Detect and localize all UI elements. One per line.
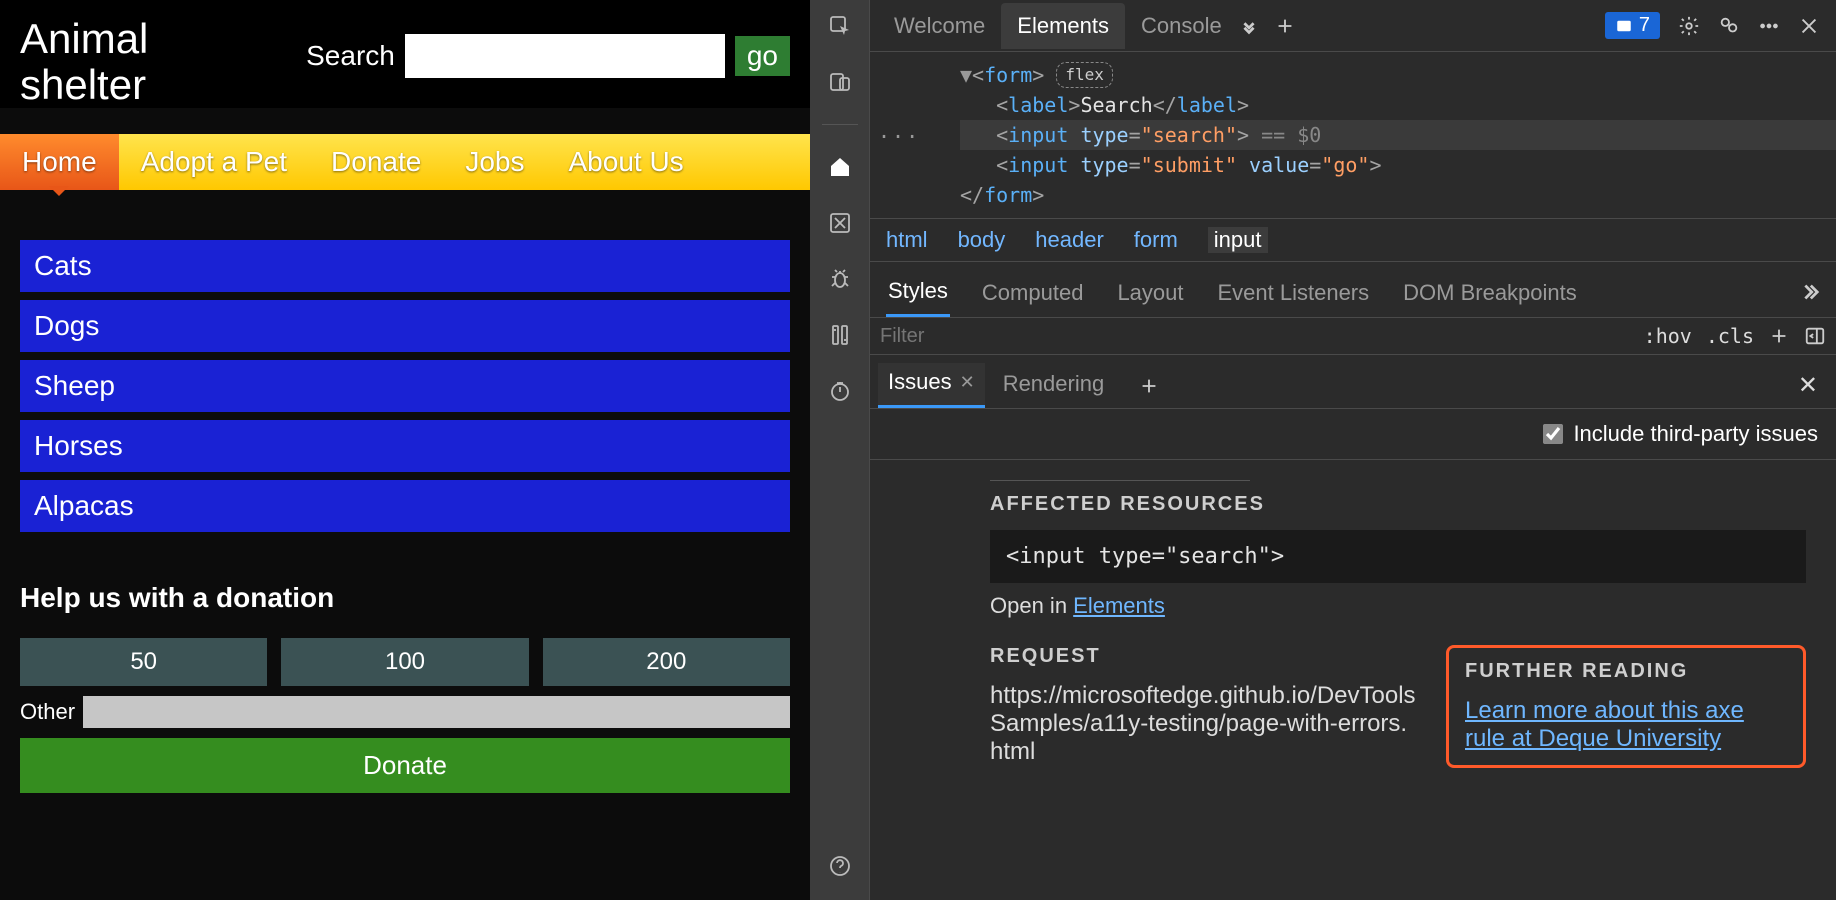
go-button[interactable]: go: [735, 36, 790, 76]
request-heading: REQUEST: [990, 645, 1416, 668]
home-icon[interactable]: [826, 153, 854, 181]
crumb-header[interactable]: header: [1035, 227, 1104, 253]
open-in-elements-link[interactable]: Elements: [1073, 593, 1165, 618]
animal-horses[interactable]: Horses: [20, 420, 790, 472]
issues-count: 7: [1639, 14, 1650, 37]
animal-sheep[interactable]: Sheep: [20, 360, 790, 412]
more-icon[interactable]: [1758, 15, 1780, 37]
donate-200-button[interactable]: 200: [543, 638, 790, 686]
close-issues-icon[interactable]: ✕: [960, 372, 975, 393]
subtab-computed[interactable]: Computed: [980, 274, 1086, 316]
add-drawer-tab-icon[interactable]: [1138, 375, 1160, 397]
cls-toggle[interactable]: .cls: [1706, 324, 1754, 348]
site-title: Animal shelter: [20, 16, 276, 108]
accessibility-icon[interactable]: [826, 209, 854, 237]
tab-welcome[interactable]: Welcome: [878, 3, 1001, 49]
crumb-html[interactable]: html: [886, 227, 928, 253]
crumb-form[interactable]: form: [1134, 227, 1178, 253]
further-reading-heading: FURTHER READING: [1465, 660, 1787, 683]
crumb-input[interactable]: input: [1208, 227, 1268, 253]
issues-pill[interactable]: 7: [1605, 12, 1660, 39]
new-style-icon[interactable]: [1768, 325, 1790, 347]
devtools-toolbar: [810, 0, 870, 900]
request-url: https://microsoftedge.github.io/DevTools…: [990, 682, 1416, 766]
styles-filter-input[interactable]: [880, 325, 1630, 348]
sidebar-toggle-icon[interactable]: [1804, 325, 1826, 347]
open-in-label: Open in: [990, 593, 1073, 618]
donation-heading: Help us with a donation: [20, 582, 790, 614]
help-icon[interactable]: [826, 852, 854, 880]
search-input[interactable]: [405, 34, 725, 78]
device-icon[interactable]: [826, 68, 854, 96]
nav-donate[interactable]: Donate: [309, 134, 443, 190]
ellipsis-icon: ...: [878, 116, 920, 146]
nav-adopt[interactable]: Adopt a Pet: [119, 134, 309, 190]
inspect-icon[interactable]: [826, 12, 854, 40]
donate-50-button[interactable]: 50: [20, 638, 267, 686]
close-drawer-icon[interactable]: ✕: [1798, 371, 1828, 400]
tab-console[interactable]: Console: [1125, 3, 1238, 49]
gear-icon[interactable]: [1678, 15, 1700, 37]
search-label: Search: [306, 40, 395, 72]
further-reading-box: FURTHER READING Learn more about this ax…: [1446, 645, 1806, 768]
nav-about[interactable]: About Us: [547, 134, 706, 190]
performance-icon[interactable]: [826, 377, 854, 405]
more-subtabs-icon[interactable]: [1798, 281, 1820, 309]
animal-alpacas[interactable]: Alpacas: [20, 480, 790, 532]
nav-jobs[interactable]: Jobs: [443, 134, 546, 190]
other-label: Other: [20, 699, 75, 725]
main-nav: Home Adopt a Pet Donate Jobs About Us: [0, 134, 810, 190]
animal-dogs[interactable]: Dogs: [20, 300, 790, 352]
close-devtools-icon[interactable]: [1798, 15, 1820, 37]
breadcrumb: html body header form input: [870, 219, 1836, 262]
drawer-tab-issues[interactable]: Issues ✕: [878, 363, 985, 408]
affected-code: <input type="search">: [990, 530, 1806, 583]
more-tabs-icon[interactable]: [1238, 15, 1260, 37]
flex-badge[interactable]: flex: [1056, 62, 1113, 88]
feedback-icon[interactable]: [1718, 15, 1740, 37]
donate-button[interactable]: Donate: [20, 738, 790, 793]
add-tab-icon[interactable]: [1274, 15, 1296, 37]
third-party-checkbox[interactable]: [1543, 424, 1563, 444]
drawer-tab-rendering[interactable]: Rendering: [993, 365, 1115, 407]
donate-100-button[interactable]: 100: [281, 638, 528, 686]
animal-cats[interactable]: Cats: [20, 240, 790, 292]
bug-icon[interactable]: [826, 265, 854, 293]
other-amount-input[interactable]: [83, 696, 790, 728]
hover-toggle[interactable]: :hov: [1644, 324, 1692, 348]
nav-home[interactable]: Home: [0, 134, 119, 190]
network-icon[interactable]: [826, 321, 854, 349]
subtab-dom-breakpoints[interactable]: DOM Breakpoints: [1401, 274, 1579, 316]
third-party-label: Include third-party issues: [1573, 421, 1818, 447]
subtab-event-listeners[interactable]: Event Listeners: [1216, 274, 1372, 316]
selected-dom-node[interactable]: <input type="search"> == $0: [960, 120, 1836, 150]
affected-resources-heading: AFFECTED RESOURCES: [990, 493, 1806, 516]
dom-tree[interactable]: ... ▼<form> flex <label>Search</label> <…: [870, 52, 1836, 219]
subtab-layout[interactable]: Layout: [1115, 274, 1185, 316]
tab-elements[interactable]: Elements: [1001, 3, 1125, 49]
subtab-styles[interactable]: Styles: [886, 272, 950, 317]
crumb-body[interactable]: body: [958, 227, 1006, 253]
further-reading-link[interactable]: Learn more about this axe rule at Deque …: [1465, 697, 1787, 753]
